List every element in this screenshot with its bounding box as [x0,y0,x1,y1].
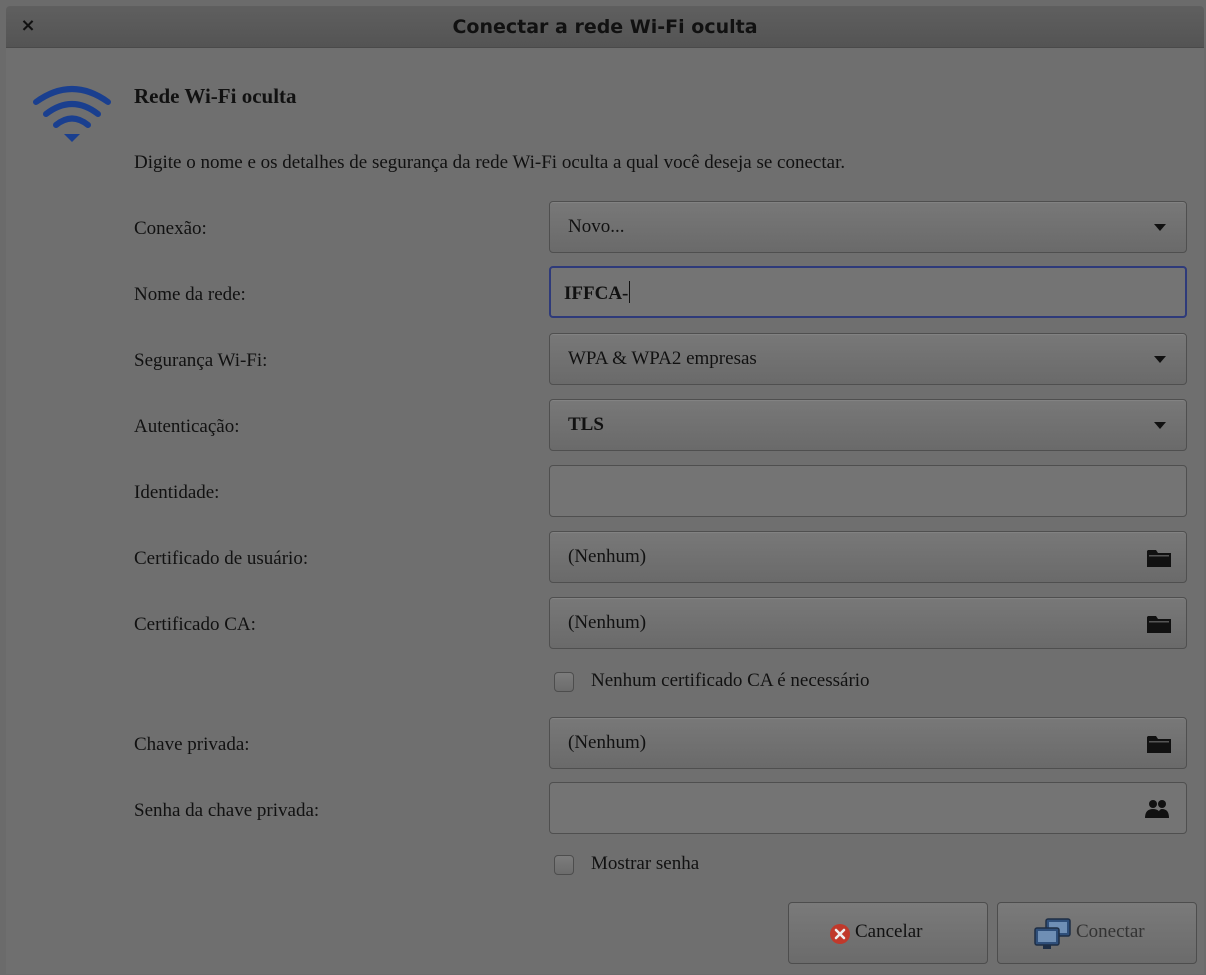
people-icon[interactable] [1144,799,1170,819]
folder-icon [1147,550,1171,567]
dialog-description: Digite o nome e os detalhes de segurança… [134,152,846,173]
network-icon [1034,918,1071,949]
user-certificate-value: (Nenhum) [568,546,647,567]
user-certificate-label: Certificado de usuário: [134,548,309,569]
wifi-icon [33,86,111,142]
connect-button[interactable]: Conectar [997,902,1197,964]
private-key-chooser[interactable]: (Nenhum) [549,717,1187,769]
window-title: Conectar a rede Wi-Fi oculta [452,16,758,38]
authentication-label: Autenticação: [134,416,240,437]
wifi-security-value: WPA & WPA2 empresas [568,348,757,369]
private-key-password-input[interactable] [549,782,1187,834]
cancel-button-label: Cancelar [855,921,923,942]
ca-certificate-label: Certificado CA: [134,614,256,635]
ca-certificate-value: (Nenhum) [568,612,647,633]
wifi-security-label: Segurança Wi-Fi: [134,350,268,371]
cancel-button[interactable]: Cancelar [788,902,988,964]
connect-button-label: Conectar [1076,921,1145,942]
authentication-value: TLS [568,414,604,435]
chevron-down-icon [1154,356,1166,363]
user-certificate-chooser[interactable]: (Nenhum) [549,531,1187,583]
identity-label: Identidade: [134,482,220,503]
connection-value: Novo... [568,216,625,237]
authentication-dropdown[interactable]: TLS [549,399,1187,451]
network-name-label: Nome da rede: [134,284,246,305]
connection-dropdown[interactable]: Novo... [549,201,1187,253]
title-bar: × Conectar a rede Wi-Fi oculta [6,6,1204,48]
show-password-checkbox[interactable] [554,855,574,875]
private-key-password-label: Senha da chave privada: [134,800,320,821]
dialog-heading: Rede Wi-Fi oculta [134,84,297,108]
ca-certificate-chooser[interactable]: (Nenhum) [549,597,1187,649]
identity-input[interactable] [549,465,1187,517]
chevron-down-icon [1154,422,1166,429]
chevron-down-icon [1154,224,1166,231]
no-ca-required-checkbox[interactable] [554,672,574,692]
dialog-window: × Conectar a rede Wi-Fi oculta Rede Wi-F… [6,6,1204,974]
network-name-input[interactable]: IFFCA- [549,266,1187,318]
show-password-label: Mostrar senha [591,853,700,874]
folder-icon [1147,736,1171,753]
network-name-value: IFFCA- [564,283,629,304]
no-ca-required-label: Nenhum certificado CA é necessário [591,670,870,691]
folder-icon [1147,616,1171,633]
text-cursor [629,281,631,303]
connection-label: Conexão: [134,218,207,239]
private-key-label: Chave privada: [134,734,250,755]
cancel-icon [830,924,850,944]
private-key-value: (Nenhum) [568,732,647,753]
wifi-security-dropdown[interactable]: WPA & WPA2 empresas [549,333,1187,385]
